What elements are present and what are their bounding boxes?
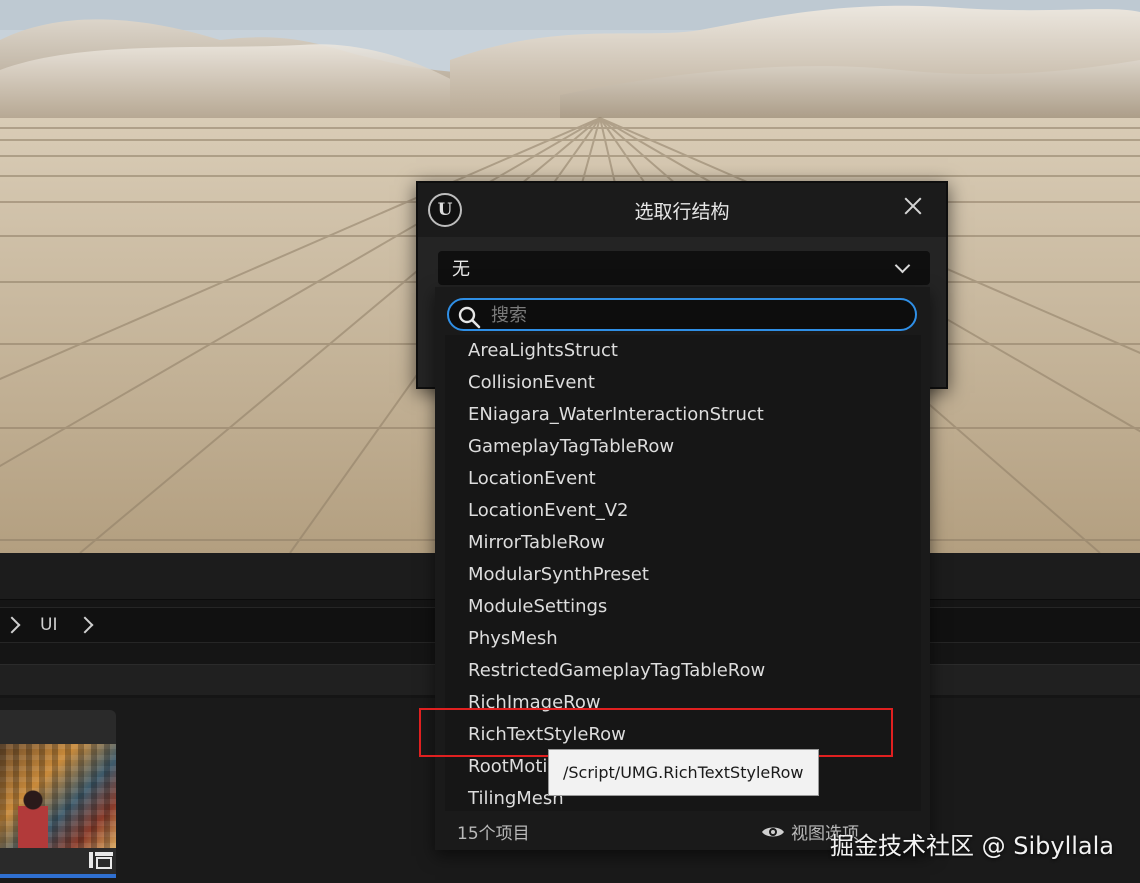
struct-list-item[interactable]: MirrorTableRow <box>445 527 921 559</box>
struct-list-item[interactable]: RestrictedGameplayTagTableRow <box>445 655 921 687</box>
struct-list-item[interactable]: CollisionEvent <box>445 367 921 399</box>
struct-list-item[interactable]: ModuleSettings <box>445 591 921 623</box>
search-icon <box>458 306 481 329</box>
struct-list-item[interactable]: RichImageRow <box>445 687 921 719</box>
asset-thumbnail-figure <box>18 788 48 848</box>
struct-list-item[interactable]: GameplayTagTableRow <box>445 431 921 463</box>
struct-list-item[interactable]: AreaLightsStruct <box>445 335 921 367</box>
dialog-title: 选取行结构 <box>634 201 730 223</box>
chevron-right-icon[interactable] <box>3 616 21 634</box>
combo-selected-value: 无 <box>452 259 470 280</box>
asset-type-bar <box>0 874 116 878</box>
struct-list-item[interactable]: LocationEvent_V2 <box>445 495 921 527</box>
eye-icon <box>762 827 784 836</box>
chevron-right-icon[interactable] <box>76 616 94 634</box>
search-input[interactable] <box>489 303 893 328</box>
chevron-down-icon <box>894 257 911 274</box>
struct-list-item[interactable]: ModularSynthPreset <box>445 559 921 591</box>
struct-list-item[interactable]: ENiagara_WaterInteractionStruct <box>445 399 921 431</box>
asset-tile[interactable] <box>0 710 116 878</box>
breadcrumb-folder-ui[interactable]: UI <box>40 615 57 635</box>
struct-list-item-hovered[interactable]: RichTextStyleRow <box>445 719 921 751</box>
item-count-label: 15个项目 <box>457 824 530 844</box>
struct-path-tooltip: /Script/UMG.RichTextStyleRow <box>548 749 819 796</box>
search-box[interactable] <box>447 298 917 331</box>
struct-list-item[interactable]: LocationEvent <box>445 463 921 495</box>
row-structure-combo[interactable]: 无 <box>438 251 930 285</box>
close-icon[interactable] <box>902 195 924 217</box>
watermark: 掘金技术社区 @ Sibyllala <box>829 832 1114 860</box>
struct-list: AreaLightsStruct CollisionEvent ENiagara… <box>445 335 921 811</box>
dialog-title-bar[interactable]: U 选取行结构 <box>418 183 946 237</box>
texture-type-icon <box>89 852 113 869</box>
struct-list-item[interactable]: PhysMesh <box>445 623 921 655</box>
